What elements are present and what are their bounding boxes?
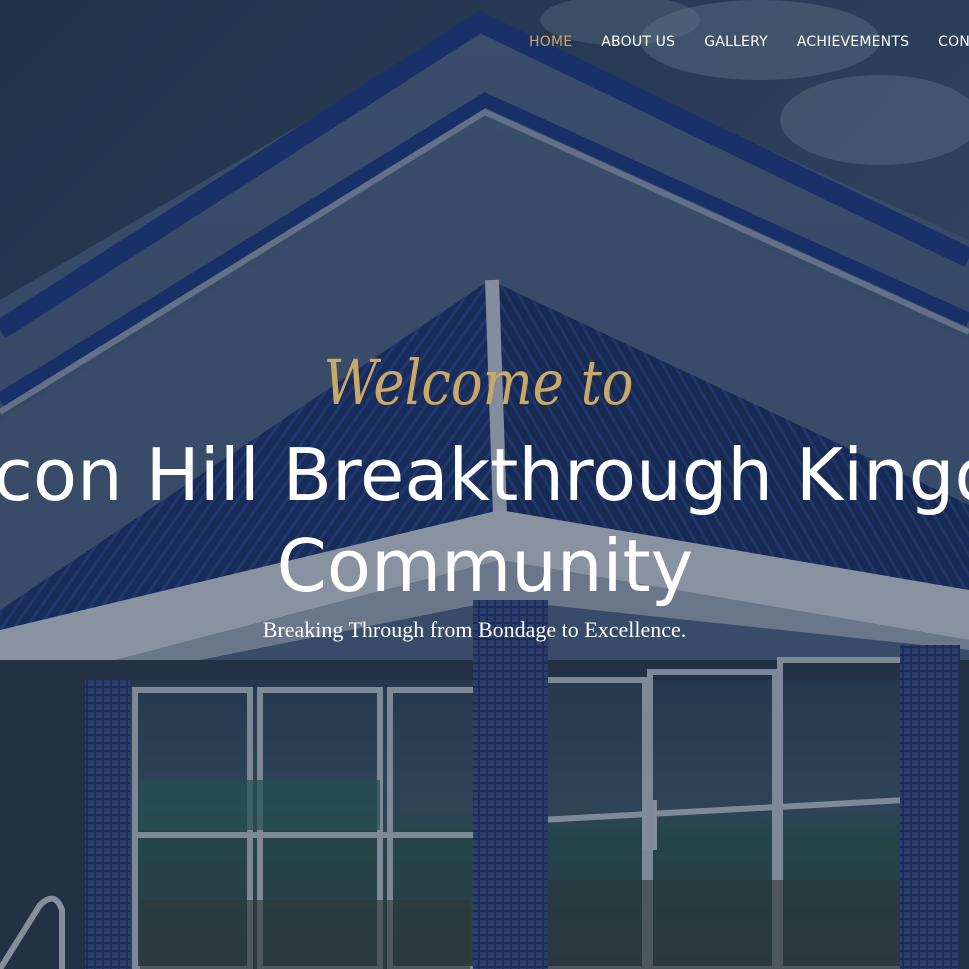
hero-tagline: Breaking Through from Bondage to Excelle…	[262, 617, 687, 642]
nav-item-achievements[interactable]: ACHIEVEMENTS	[797, 33, 909, 51]
main-navigation: HOME ABOUT US GALLERY ACHIEVEMENTS CONTA…	[529, 33, 969, 51]
welcome-script-heading: Welcome to	[323, 346, 634, 419]
hero-title-line-1: Beacon Hill Breakthrough Kingdom	[0, 433, 969, 517]
hero-section: HOME ABOUT US GALLERY ACHIEVEMENTS CONTA…	[0, 0, 969, 969]
hero-title-line-2: Community	[276, 524, 694, 608]
nav-item-about-us[interactable]: ABOUT US	[601, 33, 675, 51]
nav-item-gallery[interactable]: GALLERY	[704, 33, 768, 51]
nav-item-contact[interactable]: CONTACT	[938, 33, 969, 51]
hero-title: Beacon Hill Breakthrough Kingdom Communi…	[0, 430, 969, 612]
nav-item-home[interactable]: HOME	[529, 33, 572, 51]
